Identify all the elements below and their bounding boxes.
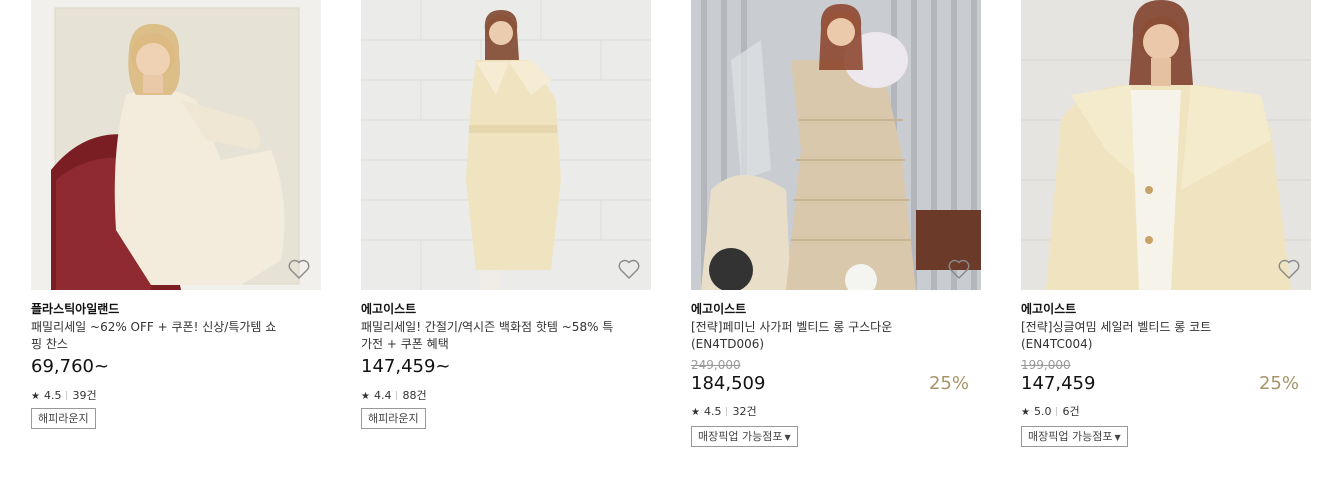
- star-icon: ★: [361, 391, 370, 402]
- product-photo: [361, 0, 651, 290]
- product-photo: [691, 0, 981, 290]
- caret-down-icon: ▼: [784, 433, 791, 442]
- sale-price: 147,459: [1021, 373, 1096, 394]
- original-price: 249,000: [691, 358, 741, 372]
- store-pickup-dropdown[interactable]: 매장픽업 가능점포 ▼: [1021, 426, 1128, 447]
- review-count: 32건: [732, 405, 757, 418]
- star-icon: ★: [691, 407, 700, 418]
- divider: [66, 391, 68, 400]
- rating-row: ★ 4.5 32건: [691, 403, 757, 419]
- tag-label: 매장픽업 가능점포: [1028, 430, 1113, 443]
- product-card[interactable]: 에고이스트 [전략]싱글여밈 세일러 벨티드 롱 코트 (EN4TC004) 1…: [1021, 0, 1311, 447]
- original-price: 199,000: [1021, 358, 1071, 372]
- product-card[interactable]: 에고이스트 [전략]페미닌 사가퍼 벨티드 롱 구스다운 (EN4TD006) …: [691, 0, 981, 447]
- product-card[interactable]: 에고이스트 패밀리세일! 간절기/역시즌 백화점 핫템 ~58% 특가전 + 쿠…: [361, 0, 651, 429]
- brand-name[interactable]: 플라스틱아일랜드: [31, 300, 119, 317]
- sale-price: 147,459~: [361, 356, 451, 377]
- sale-price: 69,760~: [31, 356, 110, 377]
- heart-outline-icon[interactable]: [947, 258, 971, 280]
- star-icon: ★: [31, 391, 40, 402]
- review-count: 88건: [402, 389, 427, 402]
- review-count: 39건: [72, 389, 97, 402]
- tag-label: 해피라운지: [368, 412, 419, 425]
- rating-score: 4.5: [703, 405, 722, 418]
- rating-row: ★ 5.0 6건: [1021, 403, 1080, 419]
- review-count: 6건: [1062, 405, 1080, 418]
- tag-label: 해피라운지: [38, 412, 89, 425]
- divider: [396, 391, 398, 400]
- product-title[interactable]: 패밀리세일! 간절기/역시즌 백화점 핫템 ~58% 특가전 + 쿠폰 혜택: [361, 319, 616, 353]
- brand-name[interactable]: 에고이스트: [1021, 300, 1076, 317]
- star-icon: ★: [1021, 407, 1030, 418]
- divider: [1056, 407, 1058, 416]
- product-photo: [31, 0, 321, 290]
- product-image[interactable]: [691, 0, 981, 290]
- heart-outline-icon[interactable]: [1277, 258, 1301, 280]
- rating-score: 4.4: [373, 389, 392, 402]
- product-title[interactable]: [전략]페미닌 사가퍼 벨티드 롱 구스다운 (EN4TD006): [691, 319, 946, 353]
- discount-rate: 25%: [928, 373, 969, 394]
- product-image[interactable]: [31, 0, 321, 290]
- heart-outline-icon[interactable]: [617, 258, 641, 280]
- divider: [726, 407, 728, 416]
- product-photo: [1021, 0, 1311, 290]
- rating-row: ★ 4.5 39건: [31, 387, 97, 403]
- benefit-tag[interactable]: 해피라운지: [361, 408, 426, 429]
- brand-name[interactable]: 에고이스트: [361, 300, 416, 317]
- tag-label: 매장픽업 가능점포: [698, 430, 783, 443]
- brand-name[interactable]: 에고이스트: [691, 300, 746, 317]
- product-title[interactable]: 패밀리세일 ~62% OFF + 쿠폰! 신상/특가템 쇼핑 찬스: [31, 319, 286, 353]
- caret-down-icon: ▼: [1114, 433, 1121, 442]
- discount-rate: 25%: [1258, 373, 1299, 394]
- rating-score: 5.0: [1033, 405, 1052, 418]
- product-card[interactable]: 플라스틱아일랜드 패밀리세일 ~62% OFF + 쿠폰! 신상/특가템 쇼핑 …: [31, 0, 321, 429]
- rating-score: 4.5: [43, 389, 62, 402]
- heart-outline-icon[interactable]: [287, 258, 311, 280]
- product-image[interactable]: [361, 0, 651, 290]
- benefit-tag[interactable]: 해피라운지: [31, 408, 96, 429]
- store-pickup-dropdown[interactable]: 매장픽업 가능점포 ▼: [691, 426, 798, 447]
- product-title[interactable]: [전략]싱글여밈 세일러 벨티드 롱 코트 (EN4TC004): [1021, 319, 1276, 353]
- product-image[interactable]: [1021, 0, 1311, 290]
- sale-price: 184,509: [691, 373, 766, 394]
- rating-row: ★ 4.4 88건: [361, 387, 427, 403]
